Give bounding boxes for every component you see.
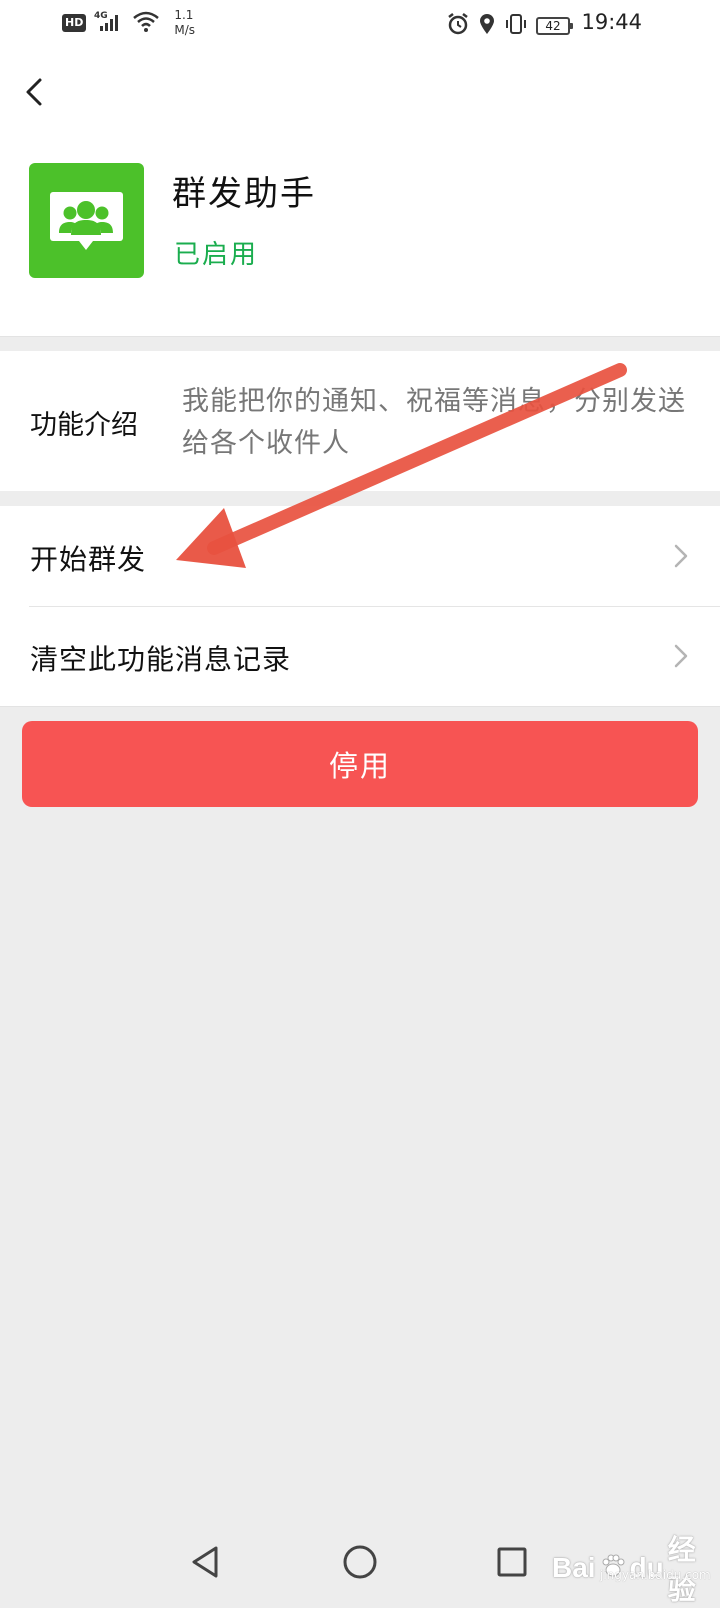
disable-button[interactable]: 停用 [22, 721, 698, 807]
speed-value: 1.1 [174, 8, 194, 22]
location-icon [478, 12, 496, 40]
app-name: 群发助手 [172, 174, 316, 214]
back-button[interactable] [20, 72, 50, 112]
square-recents-icon [497, 1547, 527, 1577]
triangle-back-icon [192, 1546, 218, 1578]
intro-text: 我能把你的通知、祝福等消息，分别发送给各个收件人 [182, 386, 686, 459]
signal-icon: 4G [94, 9, 124, 37]
app-icon [29, 163, 144, 278]
status-left: HD 4G 1.1 M/s [62, 8, 195, 38]
circle-home-icon [343, 1545, 377, 1579]
nav-home-button[interactable] [340, 1542, 380, 1582]
chevron-right-icon [674, 544, 688, 568]
action-list: 开始群发 清空此功能消息记录 [0, 506, 720, 707]
watermark-brand: Bai [552, 1552, 596, 1583]
intro-section: 功能介绍 我能把你的通知、祝福等消息，分别发送给各个收件人 [0, 351, 720, 491]
intro-label: 功能介绍 [30, 410, 138, 441]
watermark-url: jingyan.baidu.com [600, 1568, 711, 1582]
wifi-icon [132, 9, 160, 37]
group-chat-icon [50, 192, 123, 250]
menu-item-label: 开始群发 [30, 543, 147, 576]
alarm-icon [446, 12, 470, 40]
battery-indicator: 42 [536, 17, 573, 35]
network-speed: 1.1 M/s [174, 8, 195, 38]
speed-unit: M/s [174, 23, 195, 37]
start-broadcast-item[interactable]: 开始群发 [0, 506, 720, 606]
plugin-header: 群发助手 已启用 [0, 48, 720, 337]
nav-back-button[interactable] [186, 1542, 226, 1582]
chevron-right-icon [674, 644, 688, 668]
hd-badge: HD [62, 14, 87, 32]
status-bar: HD 4G 1.1 M/s 42 19:44 [0, 0, 720, 48]
app-status: 已启用 [174, 240, 259, 270]
status-time: 19:44 [581, 10, 642, 34]
status-right: 42 [446, 12, 586, 40]
battery-level: 42 [545, 19, 561, 33]
clear-history-item[interactable]: 清空此功能消息记录 [0, 606, 720, 706]
svg-text:4G: 4G [94, 11, 108, 21]
vibrate-icon [504, 12, 528, 40]
menu-item-label: 清空此功能消息记录 [30, 643, 292, 676]
chevron-left-icon [26, 78, 42, 106]
nav-recents-button[interactable] [492, 1542, 532, 1582]
